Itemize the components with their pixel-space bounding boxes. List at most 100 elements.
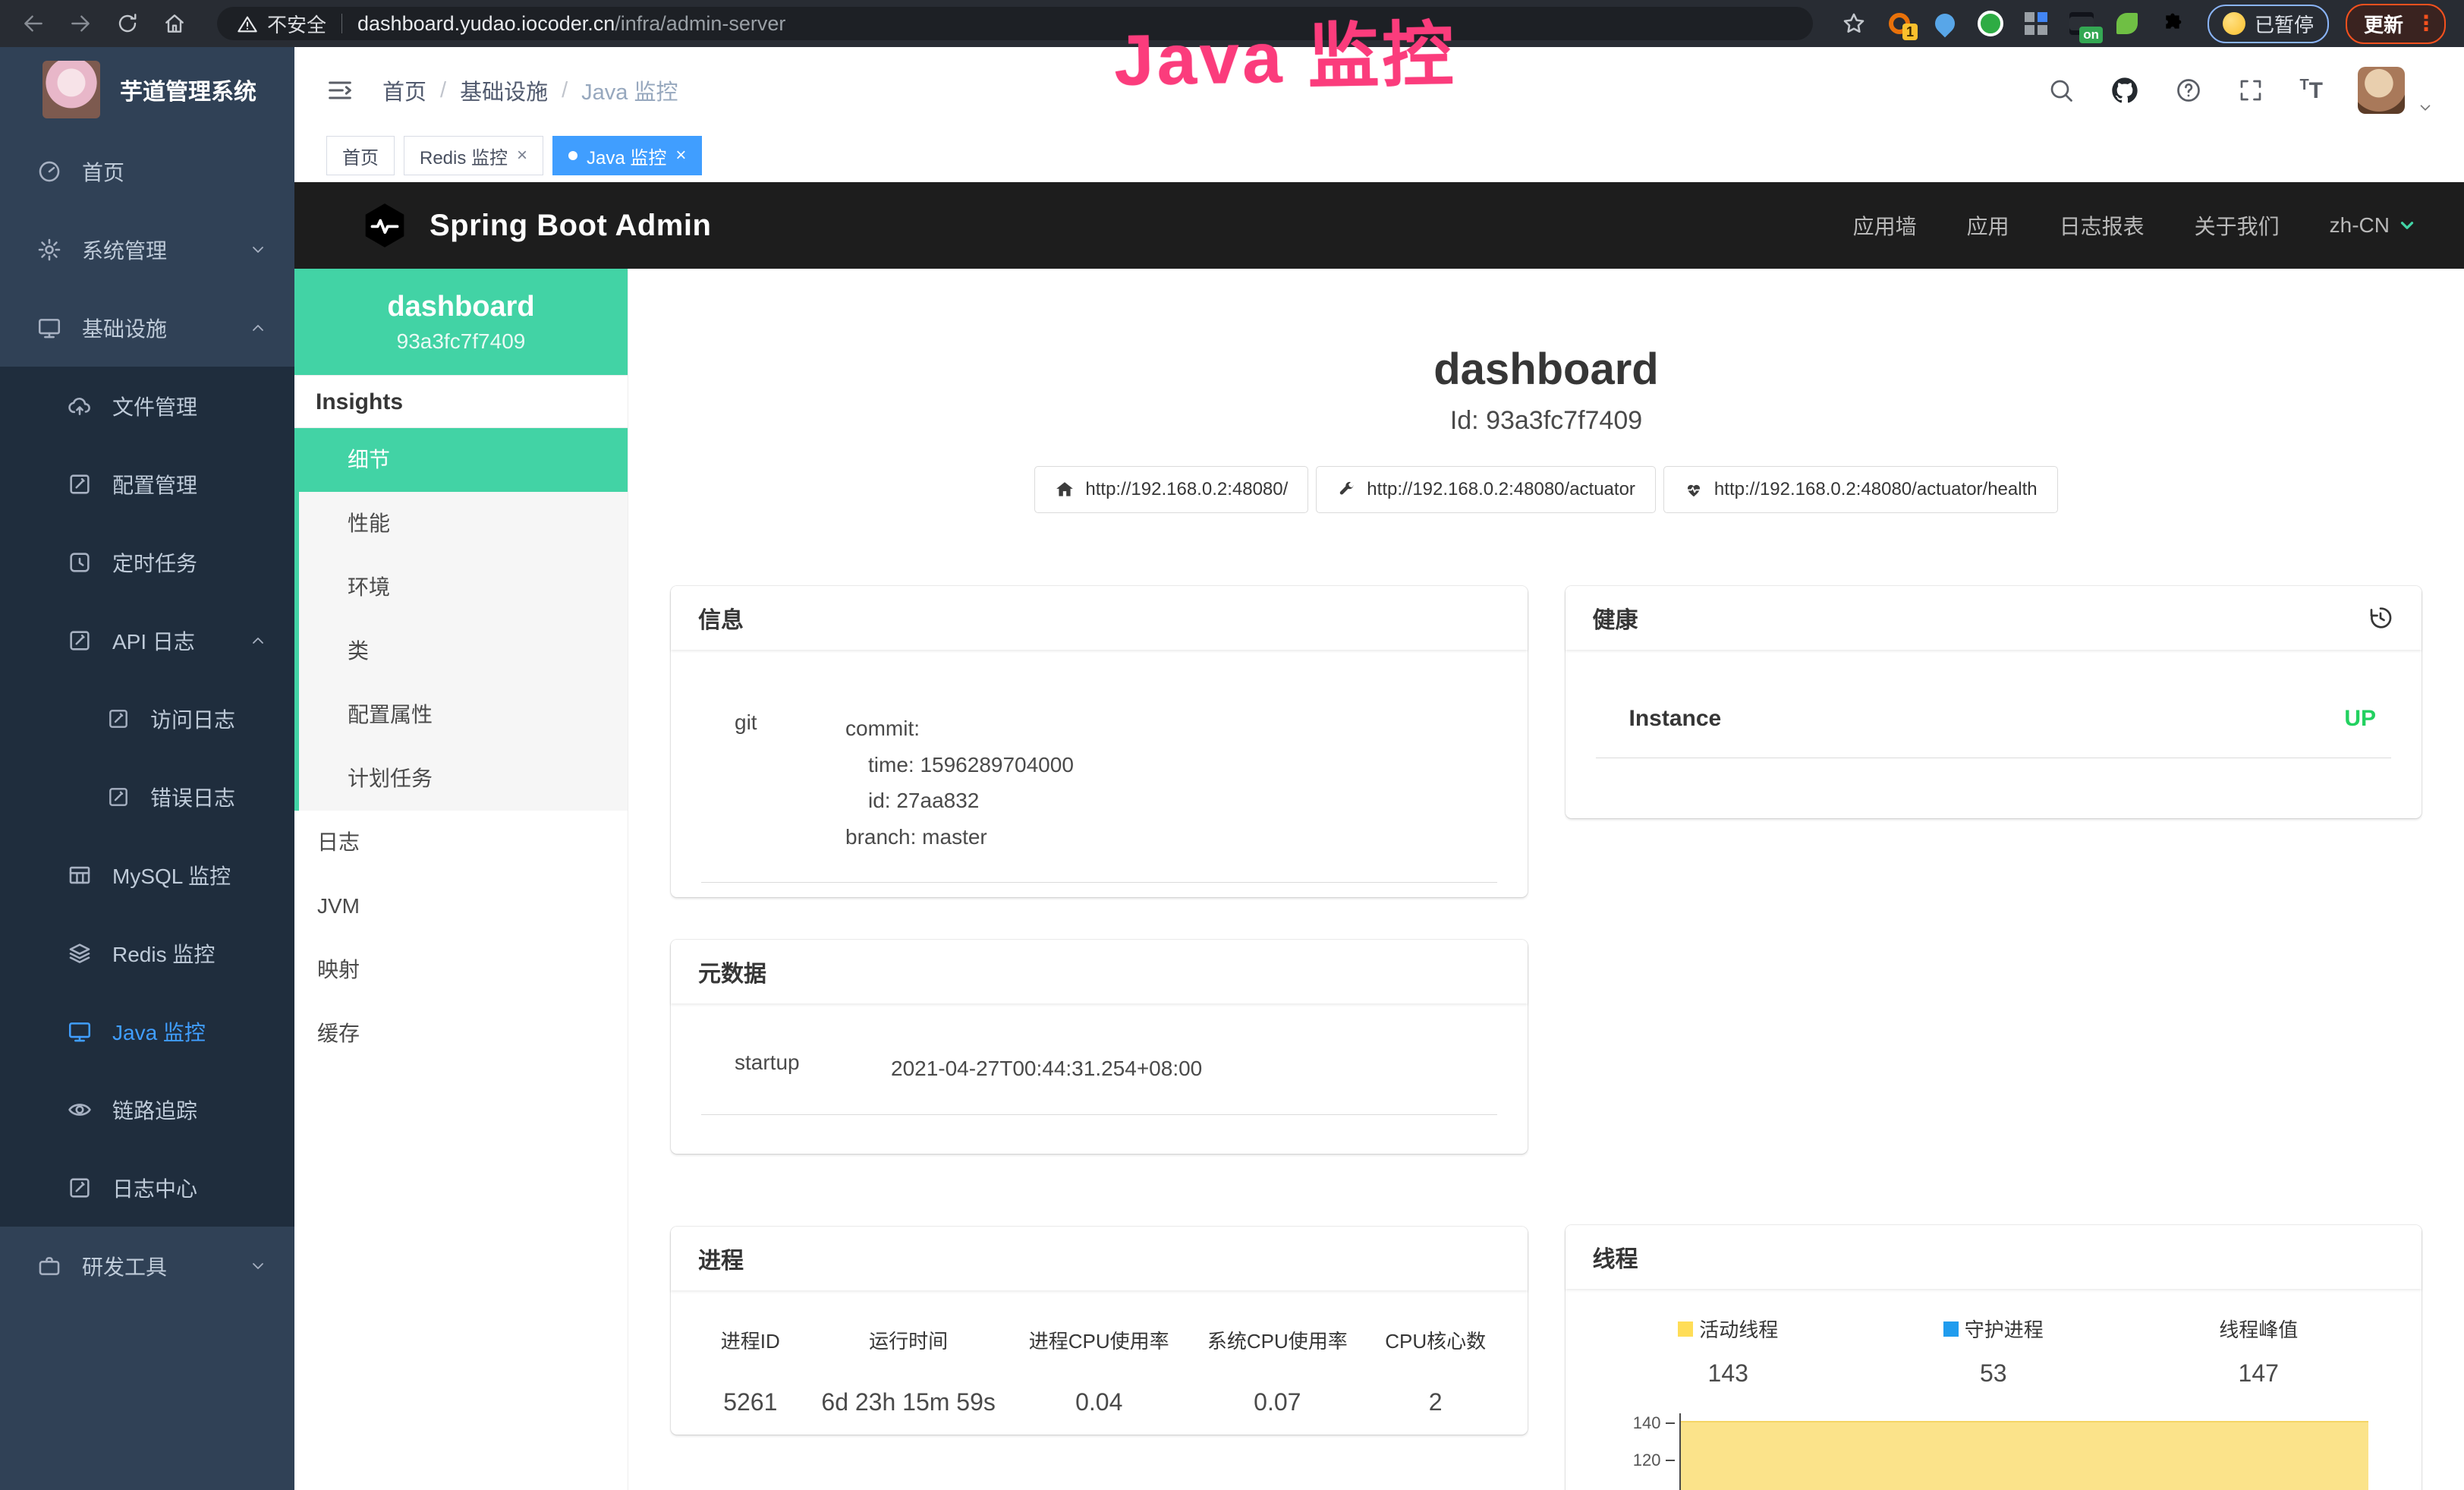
github-icon[interactable] [2110,75,2140,106]
history-icon[interactable] [2367,604,2394,632]
forward-icon[interactable] [65,8,96,39]
instance-url-button[interactable]: http://192.168.0.2:48080/ [1034,466,1308,513]
search-icon[interactable] [2047,77,2075,104]
sidebar-item-redis-monitor[interactable]: Redis 监控 [0,914,294,992]
app-title: 芋道管理系统 [120,73,256,106]
breadcrumb-section[interactable]: 基础设施 [460,74,548,106]
update-button[interactable]: 更新 ⋮ [2346,4,2446,44]
nav-item-caches[interactable]: 缓存 [294,1002,628,1066]
sidebar-item-system-manage[interactable]: 系统管理 [0,210,294,288]
page-title: dashboard [628,345,2464,395]
tab-redis-monitor[interactable]: Redis 监控 × [404,136,543,175]
spring-boot-admin-logo[interactable] [360,200,410,250]
actuator-url-button[interactable]: http://192.168.0.2:48080/actuator [1316,466,1656,513]
url-separator [341,14,342,33]
metadata-card: 元数据 startup 2021-04-27T00:44:31.254+08:0… [671,940,1528,1154]
back-icon[interactable] [18,8,49,39]
sba-nav-journal[interactable]: 日志报表 [2060,210,2145,241]
tab-home[interactable]: 首页 [326,136,395,175]
sba-nav-about[interactable]: 关于我们 [2195,210,2280,241]
sidebar-item-file-manage[interactable]: 文件管理 [0,367,294,445]
extensions-puzzle-icon[interactable] [2157,8,2188,39]
sba-brand-title[interactable]: Spring Boot Admin [430,209,711,243]
security-label[interactable]: 不安全 [267,10,326,38]
extension-grid-icon[interactable] [2021,8,2051,39]
wrench-icon [1336,480,1356,499]
instance-name: dashboard [294,291,628,323]
sidebar-item-mysql-monitor[interactable]: MySQL 监控 [0,836,294,914]
sidebar-item-api-log[interactable]: API 日志 [0,601,294,679]
table-icon [67,862,93,888]
health-card-title: 健康 [1593,601,1638,635]
annotation-text: Java 监控 [1113,0,1458,106]
sidebar-item-dev-tools[interactable]: 研发工具 [0,1227,294,1305]
clock-icon [67,550,93,575]
process-card: 进程 进程ID 运行时间 进程CPU使用率 系统CPU使用率 CPU核心数 [671,1227,1528,1435]
address-bar[interactable]: 不安全 dashboard.yudao.iocoder.cn/infra/adm… [217,7,1813,40]
nav-item-config-props[interactable]: 配置属性 [299,683,628,747]
app-sidebar: 芋道管理系统 首页 系统管理 基础设施 文件管理 配置管理 定时任务 API 日… [0,47,294,1490]
sba-nav-wall[interactable]: 应用墙 [1853,210,1917,241]
paused-extension-badge[interactable]: 已暂停 [2208,5,2329,43]
edit-icon [67,471,93,497]
sidebar-item-infrastructure[interactable]: 基础设施 [0,288,294,367]
close-icon[interactable]: × [517,145,527,166]
sba-nav-applications[interactable]: 应用 [1967,210,2009,241]
sidebar-item-access-log[interactable]: 访问日志 [0,679,294,758]
health-card: 健康 Instance UP [1566,586,2422,818]
extension-colorpicker-icon[interactable]: 1 [1884,8,1915,39]
bookmark-star-icon[interactable] [1839,8,1869,39]
info-card-title: 信息 [698,601,744,635]
home-icon[interactable] [159,8,190,39]
heartbeat-icon [1684,480,1704,499]
sidebar-item-log-center[interactable]: 日志中心 [0,1148,294,1227]
extension-tampermonkey-icon[interactable]: on [2066,8,2097,39]
nav-item-mappings[interactable]: 映射 [294,938,628,1002]
breadcrumb-current: Java 监控 [581,74,678,106]
nav-item-environment[interactable]: 环境 [299,556,628,619]
nav-item-classes[interactable]: 类 [299,619,628,683]
browser-menu-icon[interactable]: ⋮ [2415,15,2437,32]
log-icon [67,628,93,654]
locale-select[interactable]: zh-CN [2330,213,2417,238]
sidebar-item-java-monitor[interactable]: Java 监控 [0,992,294,1070]
health-url-button[interactable]: http://192.168.0.2:48080/actuator/health [1663,466,2058,513]
app-logo[interactable]: 芋道管理系统 [0,47,294,132]
instance-header[interactable]: dashboard 93a3fc7f7409 [294,269,628,375]
hamburger-icon[interactable] [325,75,355,106]
nav-item-scheduled-tasks[interactable]: 计划任务 [299,747,628,811]
reload-icon[interactable] [112,8,143,39]
sidebar-item-home[interactable]: 首页 [0,132,294,210]
sidebar-item-config-manage[interactable]: 配置管理 [0,445,294,523]
sidebar-item-trace[interactable]: 链路追踪 [0,1070,294,1148]
breadcrumb-separator [440,78,446,103]
nav-item-logs[interactable]: 日志 [294,811,628,874]
nav-item-jvm[interactable]: JVM [294,874,628,938]
user-avatar[interactable] [2358,67,2405,114]
help-icon[interactable] [2175,77,2202,104]
font-size-icon[interactable]: TT [2299,77,2323,104]
spring-boot-admin-navbar: Spring Boot Admin 应用墙 应用 日志报表 关于我们 zh-CN [294,182,2464,269]
active-threads-area [1681,1421,2369,1490]
nav-item-performance[interactable]: 性能 [299,492,628,556]
instance-sidebar: dashboard 93a3fc7f7409 Insights 细节 性能 环境… [294,269,628,1490]
sidebar-item-scheduled-jobs[interactable]: 定时任务 [0,523,294,601]
extension-leaf-icon[interactable] [2112,8,2142,39]
log-icon [106,785,131,809]
process-table: 进程ID 运行时间 进程CPU使用率 系统CPU使用率 CPU核心数 5261 … [694,1325,1505,1417]
monitor-icon [36,315,62,341]
breadcrumb: 首页 基础设施 Java 监控 [382,74,678,106]
extension-pin-icon[interactable] [1930,8,1960,39]
threads-chart: 140 120 100 [1596,1413,2392,1490]
tab-java-monitor[interactable]: Java 监控 × [552,136,702,175]
nav-item-details[interactable]: 细节 [294,428,628,492]
chevron-down-icon [249,1257,267,1275]
extension-y-icon[interactable] [1975,8,2006,39]
chevron-up-icon [249,319,267,337]
threads-legend: 活动线程 143 守护进程 53 线程峰值 [1596,1315,2392,1388]
sidebar-item-error-log[interactable]: 错误日志 [0,758,294,836]
fullscreen-icon[interactable] [2237,77,2264,104]
close-icon[interactable]: × [675,145,686,166]
breadcrumb-home[interactable]: 首页 [382,74,426,106]
instance-id: 93a3fc7f7409 [294,329,628,354]
